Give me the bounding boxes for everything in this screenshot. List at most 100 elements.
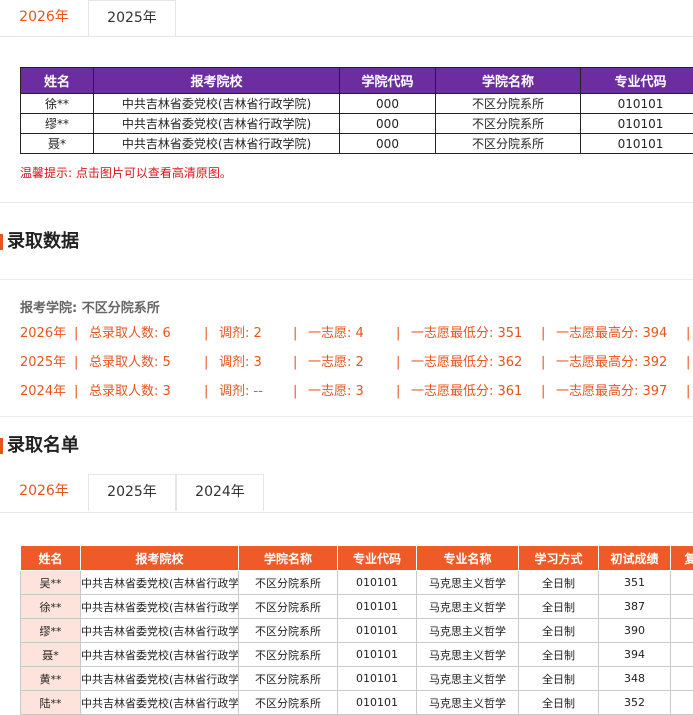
stat-min-score: 一志愿最低分: 362 xyxy=(411,353,522,373)
cell-retest-score xyxy=(671,691,693,715)
cell-college-name: 不区分院系所 xyxy=(436,114,581,134)
tab-2025[interactable]: 2025年 xyxy=(88,474,176,511)
table-row: 陆** 中共吉林省委党校(吉林省行政学院) 不区分院系所 010101 马克思主… xyxy=(21,691,693,715)
stat-separator: | xyxy=(204,353,208,373)
cell-major-name: 马克思主义哲学 xyxy=(417,619,519,643)
col-major-code: 专业代码 xyxy=(581,68,693,94)
stat-first-choice: 一志愿: 2 xyxy=(308,353,364,373)
col-major-name: 专业名称 xyxy=(417,546,519,571)
cell-college-name: 不区分院系所 xyxy=(239,667,338,691)
cell-school: 中共吉林省委党校(吉林省行政学院) xyxy=(81,595,239,619)
college-label: 报考学院: 不区分院系所 xyxy=(20,297,160,316)
stat-separator: | xyxy=(293,353,297,373)
stat-max-score: 一志愿最高分: 397 xyxy=(556,382,667,402)
stat-year: 2026年 xyxy=(20,324,66,344)
cell-study-mode: 全日制 xyxy=(519,595,599,619)
tab-2024[interactable]: 2024年 xyxy=(176,474,264,511)
tab-2026[interactable]: 2026年 xyxy=(0,0,88,37)
cell-major-code: 010101 xyxy=(338,595,417,619)
stat-min-score: 一志愿最低分: 351 xyxy=(411,324,522,344)
cell-retest-score xyxy=(671,667,693,691)
cell-college-code: 000 xyxy=(340,114,436,134)
cell-major-name: 马克思主义哲学 xyxy=(417,571,519,595)
cell-college-name: 不区分院系所 xyxy=(239,643,338,667)
stat-adjust: 调剂: 2 xyxy=(219,324,262,344)
stat-separator: | xyxy=(396,324,400,344)
stat-first-choice: 一志愿: 3 xyxy=(308,382,364,402)
col-major-code: 专业代码 xyxy=(338,546,417,571)
cell-school: 中共吉林省委党校(吉林省行政学院) xyxy=(81,571,239,595)
table-row: 吴** 中共吉林省委党校(吉林省行政学院) 不区分院系所 010101 马克思主… xyxy=(21,571,693,595)
cell-school: 中共吉林省委党校(吉林省行政学院) xyxy=(94,134,340,154)
cell-retest-score xyxy=(671,595,693,619)
cell-school: 中共吉林省委党校(吉林省行政学院) xyxy=(94,114,340,134)
tab-2025[interactable]: 2025年 xyxy=(88,0,176,37)
cell-study-mode: 全日制 xyxy=(519,619,599,643)
cell-major-name: 马克思主义哲学 xyxy=(417,691,519,715)
col-school: 报考院校 xyxy=(81,546,239,571)
admission-list-year-tabs: 2026年 2025年 2024年 xyxy=(0,474,264,511)
cell-name: 聂* xyxy=(21,134,94,154)
cell-school: 中共吉林省委党校(吉林省行政学院) xyxy=(94,94,340,114)
section-divider xyxy=(0,279,693,280)
table-row: 徐** 中共吉林省委党校(吉林省行政学院) 000 不区分院系所 010101 xyxy=(21,94,693,114)
cell-initial-score: 390 xyxy=(599,619,671,643)
cell-college-name: 不区分院系所 xyxy=(239,691,338,715)
stat-separator: | xyxy=(204,382,208,402)
cell-school: 中共吉林省委党校(吉林省行政学院) xyxy=(81,643,239,667)
stat-separator: | xyxy=(396,382,400,402)
hint-text: 温馨提示: 点击图片可以查看高清原图。 xyxy=(20,164,232,181)
cell-retest-score xyxy=(671,619,693,643)
table-header-row: 姓名 报考院校 学院名称 专业代码 专业名称 学习方式 初试成绩 复 xyxy=(21,546,693,571)
stat-min-score: 一志愿最低分: 361 xyxy=(411,382,522,402)
col-college-name: 学院名称 xyxy=(436,68,581,94)
table-row: 缪** 中共吉林省委党校(吉林省行政学院) 000 不区分院系所 010101 xyxy=(21,114,693,134)
cell-name: 黄** xyxy=(21,667,81,691)
stat-first-choice: 一志愿: 4 xyxy=(308,324,364,344)
cell-study-mode: 全日制 xyxy=(519,667,599,691)
table-header-row: 姓名 报考院校 学院代码 学院名称 专业代码 xyxy=(21,68,693,94)
stat-separator: | xyxy=(396,353,400,373)
cell-college-name: 不区分院系所 xyxy=(436,134,581,154)
cell-major-code: 010101 xyxy=(338,619,417,643)
cell-name: 陆** xyxy=(21,691,81,715)
stat-separator: | xyxy=(541,382,545,402)
reexam-table[interactable]: 姓名 报考院校 学院代码 学院名称 专业代码 徐** 中共吉林省委党校(吉林省行… xyxy=(20,67,693,154)
table-row: 聂* 中共吉林省委党校(吉林省行政学院) 000 不区分院系所 010101 xyxy=(21,134,693,154)
cell-college-code: 000 xyxy=(340,94,436,114)
cell-major-code: 010101 xyxy=(338,691,417,715)
cell-college-name: 不区分院系所 xyxy=(436,94,581,114)
cell-school: 中共吉林省委党校(吉林省行政学院) xyxy=(81,667,239,691)
stat-adjust: 调剂: 3 xyxy=(219,353,262,373)
cell-college-name: 不区分院系所 xyxy=(239,619,338,643)
table-row: 徐** 中共吉林省委党校(吉林省行政学院) 不区分院系所 010101 马克思主… xyxy=(21,595,693,619)
cell-school: 中共吉林省委党校(吉林省行政学院) xyxy=(81,619,239,643)
col-name: 姓名 xyxy=(21,68,94,94)
cell-college-name: 不区分院系所 xyxy=(239,595,338,619)
cell-major-code: 010101 xyxy=(338,571,417,595)
cell-study-mode: 全日制 xyxy=(519,691,599,715)
table-row: 聂* 中共吉林省委党校(吉林省行政学院) 不区分院系所 010101 马克思主义… xyxy=(21,643,693,667)
cell-retest-score xyxy=(671,571,693,595)
top-year-tabs: 2026年 2025年 xyxy=(0,0,176,37)
cell-college-code: 000 xyxy=(340,134,436,154)
table-row: 缪** 中共吉林省委党校(吉林省行政学院) 不区分院系所 010101 马克思主… xyxy=(21,619,693,643)
cell-name: 吴** xyxy=(21,571,81,595)
stat-total: 总录取人数: 3 xyxy=(89,382,171,402)
stat-separator: | xyxy=(686,324,690,344)
cell-name: 聂* xyxy=(21,643,81,667)
stat-separator: | xyxy=(293,324,297,344)
cell-major-name: 马克思主义哲学 xyxy=(417,595,519,619)
cell-major-name: 马克思主义哲学 xyxy=(417,643,519,667)
stat-adjust: 调剂: -- xyxy=(219,382,263,402)
admission-list-table[interactable]: 姓名 报考院校 学院名称 专业代码 专业名称 学习方式 初试成绩 复 吴** 中… xyxy=(20,545,693,715)
cell-study-mode: 全日制 xyxy=(519,571,599,595)
cell-name: 徐** xyxy=(21,94,94,114)
cell-name: 缪** xyxy=(21,114,94,134)
cell-major-code: 010101 xyxy=(581,134,693,154)
cell-initial-score: 351 xyxy=(599,571,671,595)
tab-2026[interactable]: 2026年 xyxy=(0,474,88,511)
cell-name: 缪** xyxy=(21,619,81,643)
cell-initial-score: 352 xyxy=(599,691,671,715)
stat-separator: | xyxy=(74,324,78,344)
